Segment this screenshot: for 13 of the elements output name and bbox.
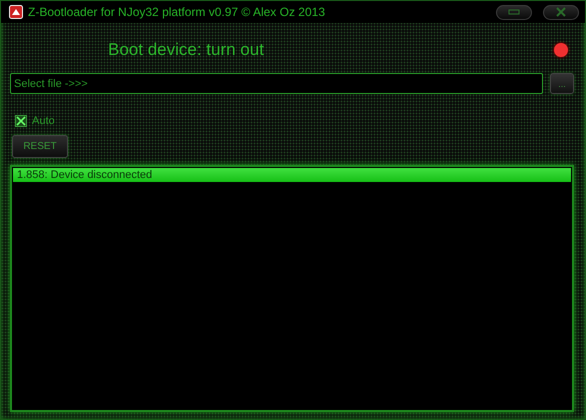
minimize-icon <box>508 9 520 15</box>
browse-button[interactable]: ... <box>550 73 574 94</box>
minimize-button[interactable] <box>496 4 532 20</box>
status-text: Boot device: turn out <box>108 40 265 60</box>
reset-button[interactable]: RESET <box>12 135 68 158</box>
auto-checkbox[interactable] <box>15 115 27 127</box>
close-button[interactable] <box>543 4 579 20</box>
log-entry[interactable]: 1.858: Device disconnected <box>13 168 571 182</box>
file-path-field[interactable]: Select file ->>> <box>10 73 543 94</box>
app-icon <box>9 5 23 19</box>
auto-label: Auto <box>32 115 55 127</box>
close-icon <box>555 7 567 17</box>
window-title: Z-Bootloader for NJoy32 platform v0.97 © Alex Oz 2013 <box>28 5 325 19</box>
